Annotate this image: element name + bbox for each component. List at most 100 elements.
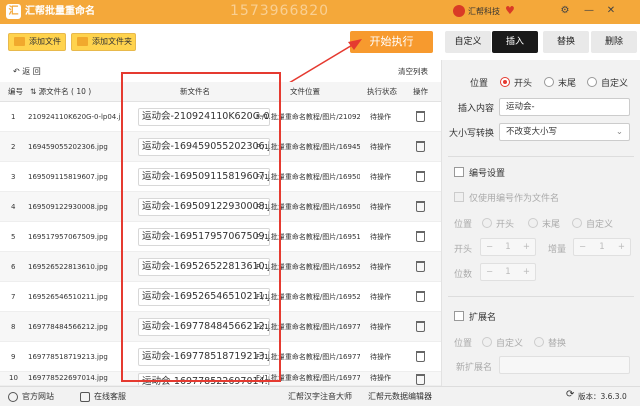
position-start-label: 开头 — [514, 79, 533, 89]
status-text: 待操作 — [370, 113, 391, 121]
minimize-icon[interactable]: — — [582, 4, 596, 18]
num-position-label: 位置 — [454, 220, 473, 230]
trash-icon[interactable] — [416, 374, 425, 385]
ext-replace-label: 替换 — [548, 339, 567, 349]
position-start-radio[interactable] — [500, 77, 510, 87]
case-select[interactable]: 不改变大小写 ⌄ — [499, 123, 630, 141]
num-custom-radio[interactable] — [572, 218, 582, 228]
file-icon — [14, 37, 25, 46]
num-end-radio[interactable] — [528, 218, 538, 228]
row-number: 9 — [11, 353, 16, 361]
trash-icon[interactable] — [416, 261, 425, 272]
plus-icon[interactable]: + — [523, 239, 530, 255]
num-start-radio[interactable] — [482, 218, 492, 228]
favorite-icon[interactable]: ♥ — [505, 4, 515, 17]
trash-icon[interactable] — [416, 321, 425, 332]
clear-list-button[interactable]: 清空列表 — [398, 66, 428, 77]
num-custom-label: 自定义 — [586, 220, 614, 230]
ext-position-label: 位置 — [454, 339, 473, 349]
plus-icon[interactable]: + — [618, 239, 625, 255]
increment-label: 增量 — [548, 245, 567, 255]
source-name: 169778484566212.jpg — [28, 323, 108, 331]
tab-delete[interactable]: 删除 — [591, 31, 637, 53]
trash-icon[interactable] — [416, 111, 425, 122]
status-text: 待操作 — [370, 203, 391, 211]
refresh-icon[interactable]: ⟳ — [566, 389, 574, 401]
case-label: 大小写转换 — [449, 129, 495, 139]
support-link[interactable]: 在线客服 — [94, 391, 126, 403]
trash-icon[interactable] — [416, 291, 425, 302]
position-end-label: 末尾 — [558, 79, 577, 89]
status-text: 待操作 — [370, 293, 391, 301]
position-end-radio[interactable] — [544, 77, 554, 87]
source-name: 169459055202306.jpg — [28, 143, 108, 151]
minus-icon[interactable]: − — [486, 239, 493, 255]
position-custom-radio[interactable] — [587, 77, 597, 87]
status-text: 待操作 — [370, 353, 391, 361]
source-name: 169778522697014.jpg — [28, 374, 108, 382]
num-start-label: 开头 — [496, 220, 515, 230]
settings-panel: 位置 开头 末尾 自定义 插入内容 运动会- 大小写转换 不改变大小写 ⌄ 编号… — [441, 60, 640, 386]
sort-icon: ⇅ — [30, 87, 39, 96]
row-number: 4 — [11, 203, 16, 211]
watermark-text: 1573966820 — [230, 3, 330, 19]
website-link[interactable]: 官方网站 — [22, 391, 54, 403]
row-number: 5 — [11, 233, 16, 241]
trash-icon[interactable] — [416, 141, 425, 152]
ext-replace-radio[interactable] — [534, 337, 544, 347]
settings-icon[interactable]: ⚙ — [558, 4, 572, 18]
col-source-name[interactable]: ⇅ 源文件名 ( 10 ) — [30, 82, 91, 102]
row-number: 7 — [11, 293, 16, 301]
source-name: 169517957067509.jpg — [28, 233, 108, 241]
trash-icon[interactable] — [416, 351, 425, 362]
ext-custom-radio[interactable] — [482, 337, 492, 347]
status-text: 待操作 — [370, 143, 391, 151]
app-link-pinyin[interactable]: 汇帮汉字注音大师 — [288, 391, 352, 403]
extension-checkbox[interactable] — [454, 311, 464, 321]
col-number: 编号 — [8, 87, 23, 96]
add-folder-button[interactable]: 添加文件夹 — [71, 33, 136, 51]
tab-custom[interactable]: 自定义 — [445, 31, 491, 53]
increment-stepper[interactable]: − 1 + — [573, 238, 631, 256]
digits-label: 位数 — [454, 270, 473, 280]
title-bar: 汇 汇帮批量重命名 1573966820 汇帮科技 ♥ ⚙ — ✕ — [0, 0, 640, 24]
start-number-stepper[interactable]: − 1 + — [480, 238, 536, 256]
app-title: 汇帮批量重命名 — [25, 6, 95, 17]
trash-icon[interactable] — [416, 231, 425, 242]
col-actions: 操作 — [413, 87, 428, 96]
minus-icon[interactable]: − — [579, 239, 586, 255]
back-button[interactable]: ↶ 返 回 — [13, 66, 41, 77]
digits-stepper[interactable]: − 1 + — [480, 263, 536, 281]
insert-content-input[interactable]: 运动会- — [499, 98, 630, 116]
folder-icon — [77, 37, 88, 46]
tab-insert[interactable]: 插入 — [492, 31, 538, 53]
chevron-down-icon: ⌄ — [615, 127, 623, 137]
close-icon[interactable]: ✕ — [604, 4, 618, 18]
row-number: 10 — [9, 374, 18, 382]
source-name: 169526522813610.jpg — [28, 263, 108, 271]
plus-icon[interactable]: + — [523, 264, 530, 280]
position-label: 位置 — [470, 79, 489, 89]
brand-name: 汇帮科技 — [468, 7, 500, 16]
status-text: 待操作 — [370, 233, 391, 241]
divider — [448, 296, 634, 297]
app-link-metadata[interactable]: 汇帮元数据编辑器 — [368, 391, 432, 403]
minus-icon[interactable]: − — [486, 264, 493, 280]
start-number-label: 开头 — [454, 245, 473, 255]
brand-icon — [453, 5, 465, 17]
only-numbering-checkbox[interactable] — [454, 192, 464, 202]
source-name: 210924110K620G-0-lp04.jpg — [28, 113, 122, 121]
tab-replace[interactable]: 替换 — [543, 31, 589, 53]
status-text: 待操作 — [370, 323, 391, 331]
divider — [448, 156, 634, 157]
new-ext-input[interactable] — [499, 356, 630, 374]
chat-icon — [80, 392, 90, 402]
source-name: 169778518719213.jpg — [28, 353, 108, 361]
position-custom-label: 自定义 — [601, 79, 629, 89]
num-end-label: 末尾 — [542, 220, 561, 230]
numbering-checkbox[interactable] — [454, 167, 464, 177]
add-file-button[interactable]: 添加文件 — [8, 33, 66, 51]
trash-icon[interactable] — [416, 201, 425, 212]
trash-icon[interactable] — [416, 171, 425, 182]
row-number: 1 — [11, 113, 16, 121]
